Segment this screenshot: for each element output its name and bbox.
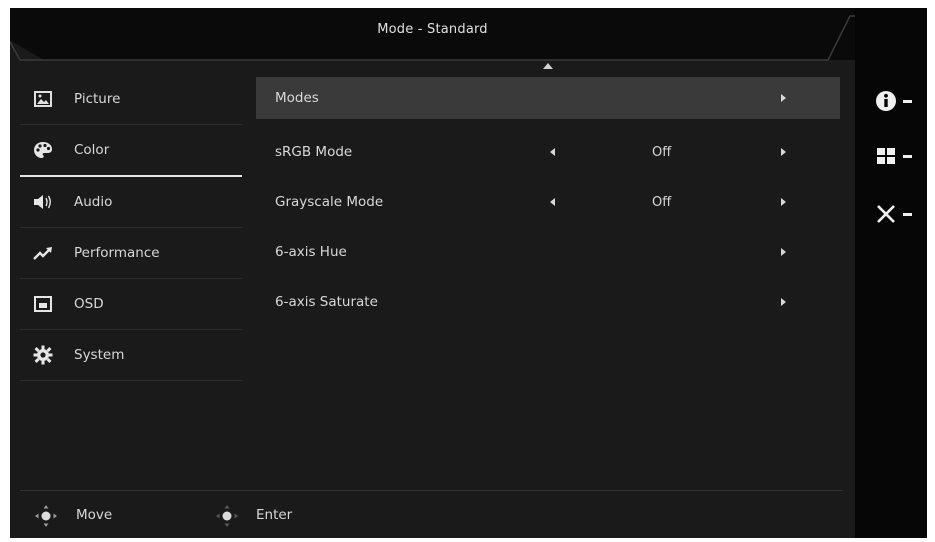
row-label: Grayscale Mode — [275, 194, 384, 210]
row-6-axis-hue[interactable]: 6-axis Hue — [256, 227, 840, 277]
scroll-up-arrow-icon[interactable] — [543, 63, 553, 69]
row-label: sRGB Mode — [275, 144, 353, 160]
gear-icon — [32, 344, 54, 366]
arrow-left-icon[interactable] — [550, 148, 555, 156]
speaker-icon — [32, 191, 54, 213]
footer-move-label: Move — [76, 507, 113, 523]
footer-divider — [20, 490, 843, 491]
row-label: 6-axis Hue — [275, 244, 347, 260]
row-srgb-mode[interactable]: sRGB Mode Off — [256, 127, 840, 177]
arrow-right-icon[interactable] — [781, 198, 786, 206]
footer-enter-label: Enter — [256, 507, 293, 523]
sidebar-item-label: Audio — [74, 194, 113, 210]
info-icon — [875, 90, 897, 116]
picture-icon — [32, 88, 54, 110]
sidebar-item-picture[interactable]: Picture — [20, 74, 242, 125]
hotkey-close[interactable] — [865, 199, 927, 229]
sidebar-item-audio[interactable]: Audio — [20, 177, 242, 228]
arrow-right-icon[interactable] — [781, 94, 786, 102]
sidebar-item-label: OSD — [74, 296, 104, 312]
menu-grid-icon — [876, 147, 896, 169]
row-value: Off — [652, 194, 672, 210]
close-icon — [876, 204, 896, 228]
arrow-right-icon[interactable] — [781, 148, 786, 156]
sidebar-item-system[interactable]: System — [20, 330, 242, 381]
row-6-axis-saturate[interactable]: 6-axis Saturate — [256, 277, 840, 327]
arrow-right-icon[interactable] — [781, 298, 786, 306]
row-modes[interactable]: Modes — [256, 77, 840, 119]
hotkey-dash — [903, 155, 912, 158]
arrow-left-icon[interactable] — [550, 198, 555, 206]
dpad-move-icon — [34, 504, 58, 528]
settings-list: Modes sRGB Mode Off Grayscale Mode Off 6… — [256, 77, 840, 327]
title-bevel — [10, 15, 855, 61]
sidebar-item-label: Performance — [74, 245, 160, 261]
row-label: 6-axis Saturate — [275, 294, 378, 310]
sidebar-item-color[interactable]: Color — [20, 125, 242, 177]
arrow-right-icon[interactable] — [781, 248, 786, 256]
footer: Move Enter — [10, 496, 855, 536]
trend-up-icon — [32, 242, 54, 264]
sidebar-item-label: System — [74, 347, 125, 363]
dpad-enter-icon — [215, 504, 239, 528]
row-grayscale-mode[interactable]: Grayscale Mode Off — [256, 177, 840, 227]
sidebar-item-label: Color — [74, 142, 110, 158]
hotkey-menu[interactable] — [865, 141, 927, 171]
sidebar-item-label: Picture — [74, 91, 121, 107]
hotkey-dash — [903, 100, 912, 103]
sidebar-item-performance[interactable]: Performance — [20, 228, 242, 279]
sidebar-item-osd[interactable]: OSD — [20, 279, 242, 330]
row-value: Off — [652, 144, 672, 160]
osd-menu: Mode - Standard Picture Color Audio Perf… — [10, 8, 927, 538]
main-panel: Mode - Standard Picture Color Audio Perf… — [10, 8, 855, 538]
osd-window-icon — [32, 293, 54, 315]
palette-icon — [32, 139, 54, 161]
row-label: Modes — [275, 90, 319, 106]
hotkey-dash — [903, 213, 912, 216]
sidebar: Picture Color Audio Performance OSD Syst… — [10, 74, 242, 381]
hotkey-info[interactable] — [865, 86, 927, 116]
